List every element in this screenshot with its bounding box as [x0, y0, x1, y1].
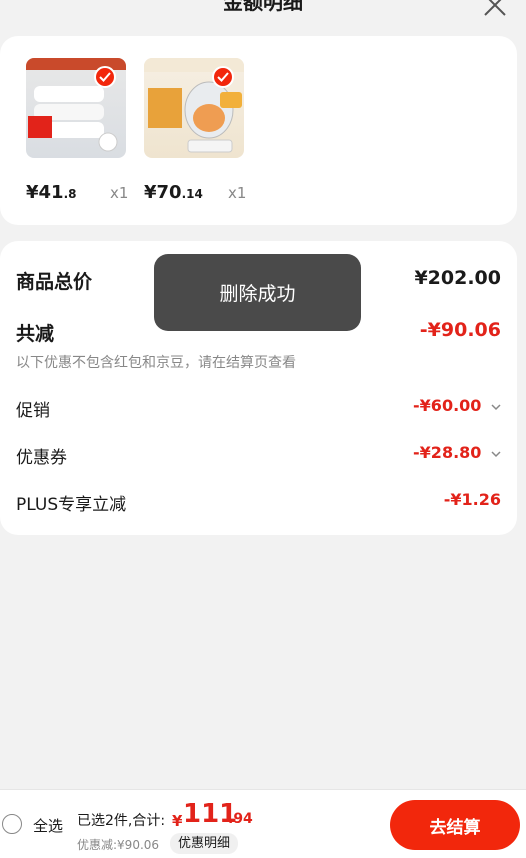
select-all-label[interactable]: 全选 [33, 815, 63, 836]
selected-check[interactable] [212, 66, 234, 88]
product-card: ¥41.8 x1 ¥70.14 x1 [0, 36, 517, 225]
plus-discount-label: PLUS专享立减 [16, 495, 127, 515]
close-icon [484, 0, 506, 16]
product-qty-2: x1 [228, 184, 247, 202]
promo-value: -¥60.00 [413, 396, 501, 415]
reduce-label: 共减 [16, 323, 55, 345]
selected-count-text: 已选2件,合计: [77, 813, 166, 829]
discount-note-row: 以下优惠不包含红包和京豆，请在结算页查看 [16, 352, 501, 372]
chevron-down-icon [491, 451, 501, 458]
total-currency-symbol: ¥ [172, 812, 183, 830]
discount-amount-text: 优惠减:¥90.06 [77, 838, 160, 852]
reduce-value: -¥90.06 [419, 319, 501, 341]
product-qty-1: x1 [110, 184, 129, 202]
check-icon [217, 72, 229, 82]
coupon-label: 优惠券 [16, 448, 67, 468]
product-price-2: ¥70.14 [144, 182, 203, 203]
coupon-value: -¥28.80 [413, 443, 501, 462]
selected-check[interactable] [94, 66, 116, 88]
select-all-radio[interactable] [2, 814, 22, 834]
bottom-bar: 全选 已选2件,合计: ¥ 111 .94 优惠减:¥90.06 优惠明细 去结… [0, 789, 526, 858]
check-icon [99, 72, 111, 82]
total-label: 商品总价 [16, 271, 93, 293]
promo-row[interactable]: 促销 -¥60.00 [16, 396, 501, 421]
product-image-2[interactable] [144, 58, 244, 158]
title-bar: 金额明细 [0, 0, 526, 26]
product-price-1: ¥41.8 [26, 182, 77, 203]
discount-note: 以下优惠不包含红包和京豆，请在结算页查看 [16, 355, 296, 371]
plus-discount-row: PLUS专享立减 -¥1.26 [16, 490, 501, 515]
close-button[interactable] [482, 0, 508, 18]
total-amount-decimal: .94 [228, 811, 253, 827]
toast-message: 删除成功 [154, 254, 361, 331]
coupon-row[interactable]: 优惠券 -¥28.80 [16, 443, 501, 468]
product-image-1[interactable] [26, 58, 126, 158]
chevron-down-icon [491, 404, 501, 411]
discount-detail-button[interactable]: 优惠明细 [170, 833, 239, 854]
checkout-button[interactable]: 去结算 [390, 800, 520, 850]
page-title: 金额明细 [223, 0, 303, 14]
promo-label: 促销 [16, 401, 50, 421]
total-value: ¥202.00 [414, 267, 501, 289]
plus-discount-value: -¥1.26 [443, 490, 501, 509]
